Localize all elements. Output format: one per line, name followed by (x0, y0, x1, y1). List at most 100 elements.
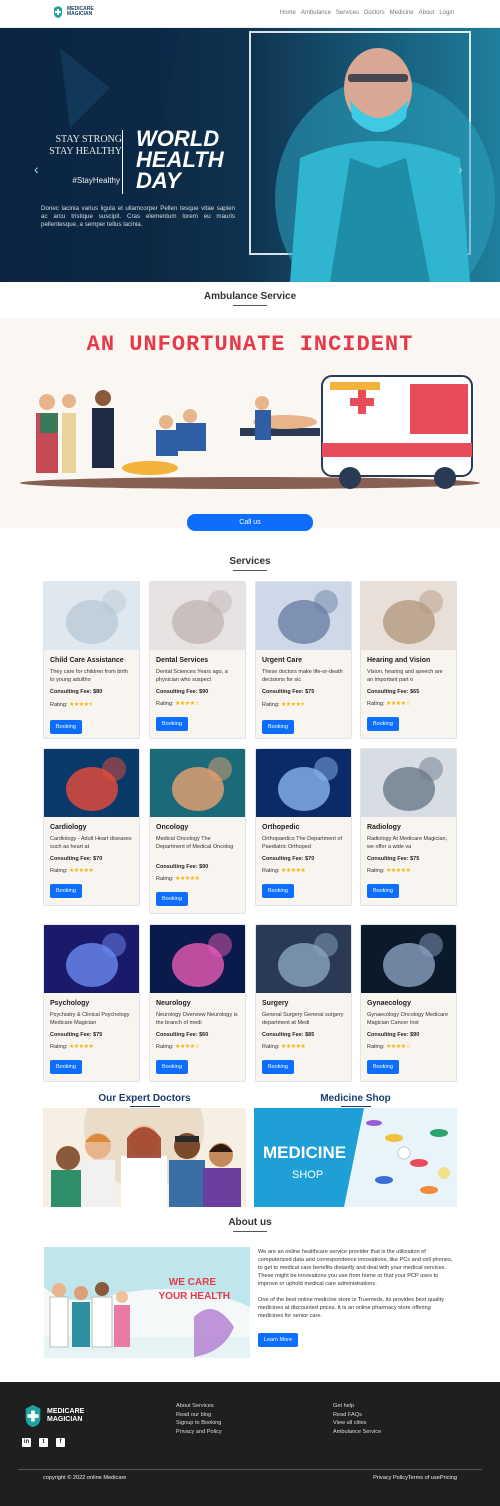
footer-link-ambulance[interactable]: Ambulance Service (333, 1428, 381, 1437)
booking-button[interactable]: Booking (367, 884, 399, 898)
hero-carousel: STAY STRONG STAY HEALTHY #StayHealthy WO… (0, 28, 500, 282)
service-description: These doctors make life-or-death decisio… (262, 669, 343, 683)
doctors-title-text[interactable]: Our Expert Doctors (98, 1093, 190, 1104)
top-navbar: MEDICARE MAGICIAN Home Ambulance Service… (0, 0, 500, 28)
rating-label: Rating: (50, 868, 68, 874)
footer-link-about-services[interactable]: About Services (176, 1402, 222, 1411)
footer-legal-links[interactable]: Privacy PolicyTerms of usePricing (373, 1475, 457, 1481)
consulting-fee: Consulting Fee: $75 (367, 856, 450, 862)
footer-link-blog[interactable]: Read our blog (176, 1411, 222, 1420)
service-description: Neurology Overview Neurology is the bran… (156, 1012, 238, 1026)
nav-services[interactable]: Services (336, 10, 359, 16)
service-rating: Rating: ★★★★☆ (156, 1043, 239, 1050)
consulting-fee: Consulting Fee: $75 (262, 689, 345, 695)
fee-label: Consulting Fee: (262, 689, 304, 695)
fee-label: Consulting Fee: (156, 864, 198, 870)
footer-logo[interactable]: MEDICARE MAGICIAN (22, 1403, 84, 1429)
nav-medicine[interactable]: Medicine (390, 10, 414, 16)
footer-column-2: Get help Read FAQs View all cities Ambul… (333, 1402, 381, 1436)
booking-button[interactable]: Booking (50, 1060, 82, 1074)
chevron-left-icon[interactable]: ‹ (34, 161, 39, 177)
star-rating-icon: ★★★★⯨ (68, 702, 92, 708)
fee-label: Consulting Fee: (50, 689, 92, 695)
doctors-section-title: Our Expert Doctors (43, 1093, 246, 1107)
hero-title-line2: HEALTH (136, 147, 224, 172)
linkedin-icon[interactable]: in (22, 1438, 31, 1447)
service-title: Dental Services (156, 657, 209, 664)
fee-label: Consulting Fee: (50, 856, 92, 862)
rating-label: Rating: (50, 1044, 68, 1050)
service-rating: Rating: ★★★★⯨ (262, 700, 345, 710)
booking-button[interactable]: Booking (156, 892, 188, 906)
twitter-icon[interactable]: t (39, 1438, 48, 1447)
star-rating-icon: ★★★★☆ (385, 701, 411, 707)
learn-more-button[interactable]: Learn More (258, 1333, 298, 1347)
booking-button[interactable]: Booking (156, 717, 188, 731)
nav-about[interactable]: About (419, 10, 435, 16)
chevron-right-icon[interactable]: › (458, 161, 463, 177)
about-paragraph-1: We are an online healthcare service prov… (258, 1249, 453, 1287)
booking-button[interactable]: Booking (50, 884, 82, 898)
brand-line2: MAGICIAN (67, 11, 93, 17)
booking-button[interactable]: Booking (50, 720, 82, 734)
service-description: Gynaecology Oncology Medicare Magician C… (367, 1012, 449, 1026)
service-image (44, 749, 139, 817)
ambulance-banner: AN UNFORTUNATE INCIDENT (0, 318, 500, 528)
medicine-shop-image[interactable]: MEDICINE SHOP (254, 1108, 457, 1207)
service-title: Orthopedic (262, 824, 300, 831)
hero-description: Donec lacinia varius ligula et ullamcorp… (41, 205, 235, 228)
brand-logo[interactable]: MEDICARE MAGICIAN (52, 5, 101, 19)
booking-button[interactable]: Booking (367, 1060, 399, 1074)
service-title: Gynaecology (367, 1000, 411, 1007)
medicine-banner-line1: MEDICINE (263, 1143, 346, 1162)
rating-label: Rating: (262, 702, 280, 708)
service-card: Oncology Medical Oncology The Department … (149, 748, 246, 914)
footer-link-signup[interactable]: Signup to Booking (176, 1419, 222, 1428)
consulting-fee: Consulting Fee: $90 (367, 1032, 450, 1038)
fee-value: $70 (305, 856, 315, 862)
service-image (44, 925, 139, 993)
service-card: Gynaecology Gynaecology Oncology Medicare… (360, 924, 457, 1082)
footer-link-faqs[interactable]: Read FAQs (333, 1411, 381, 1420)
footer-brand-line2: MAGICIAN (47, 1416, 83, 1423)
hero-divider (122, 130, 123, 194)
footer-link-cities[interactable]: View all cities (333, 1419, 381, 1428)
booking-button[interactable]: Booking (367, 717, 399, 731)
medicine-title-text[interactable]: Medicine Shop (320, 1093, 391, 1104)
nav-home[interactable]: Home (280, 10, 296, 16)
footer-link-privacy[interactable]: Privacy and Policy (176, 1428, 222, 1437)
service-title: Psychology (50, 1000, 90, 1007)
nav-ambulance[interactable]: Ambulance (301, 10, 331, 16)
fee-value: $75 (93, 1032, 103, 1038)
nav-login[interactable]: Login (439, 10, 454, 16)
service-rating: Rating: ★★★★★ (367, 867, 450, 874)
hero-slogan-line1: STAY STRONG (55, 134, 122, 145)
service-rating: Rating: ★★★★★ (50, 867, 133, 874)
service-image (256, 925, 351, 993)
service-title: Child Care Assistance (50, 657, 124, 664)
fee-label: Consulting Fee: (367, 689, 409, 695)
nav-menu: Home Ambulance Services Doctors Medicine… (280, 10, 454, 16)
fee-value: $65 (410, 689, 420, 695)
rating-label: Rating: (156, 876, 174, 882)
rating-label: Rating: (367, 868, 385, 874)
booking-button[interactable]: Booking (262, 884, 294, 898)
service-description: Cardiology - Adult Heart diseases such a… (50, 836, 132, 850)
expert-doctors-image[interactable] (43, 1108, 246, 1207)
medicine-section-title: Medicine Shop (254, 1093, 457, 1107)
call-us-button[interactable]: Call us (187, 514, 313, 531)
fee-label: Consulting Fee: (50, 1032, 92, 1038)
nav-doctors[interactable]: Doctors (364, 10, 385, 16)
service-image (44, 582, 139, 650)
service-card: Hearing and Vision Vision, hearing and sp… (360, 581, 457, 739)
service-title: Neurology (156, 1000, 191, 1007)
booking-button[interactable]: Booking (262, 720, 294, 734)
rating-label: Rating: (367, 1044, 385, 1050)
fee-value: $85 (305, 1032, 315, 1038)
consulting-fee: Consulting Fee: $80 (50, 689, 133, 695)
footer-link-help[interactable]: Get help (333, 1402, 381, 1411)
booking-button[interactable]: Booking (156, 1060, 188, 1074)
booking-button[interactable]: Booking (262, 1060, 294, 1074)
facebook-icon[interactable]: f (56, 1438, 65, 1447)
service-card: Cardiology Cardiology - Adult Heart disea… (43, 748, 140, 906)
